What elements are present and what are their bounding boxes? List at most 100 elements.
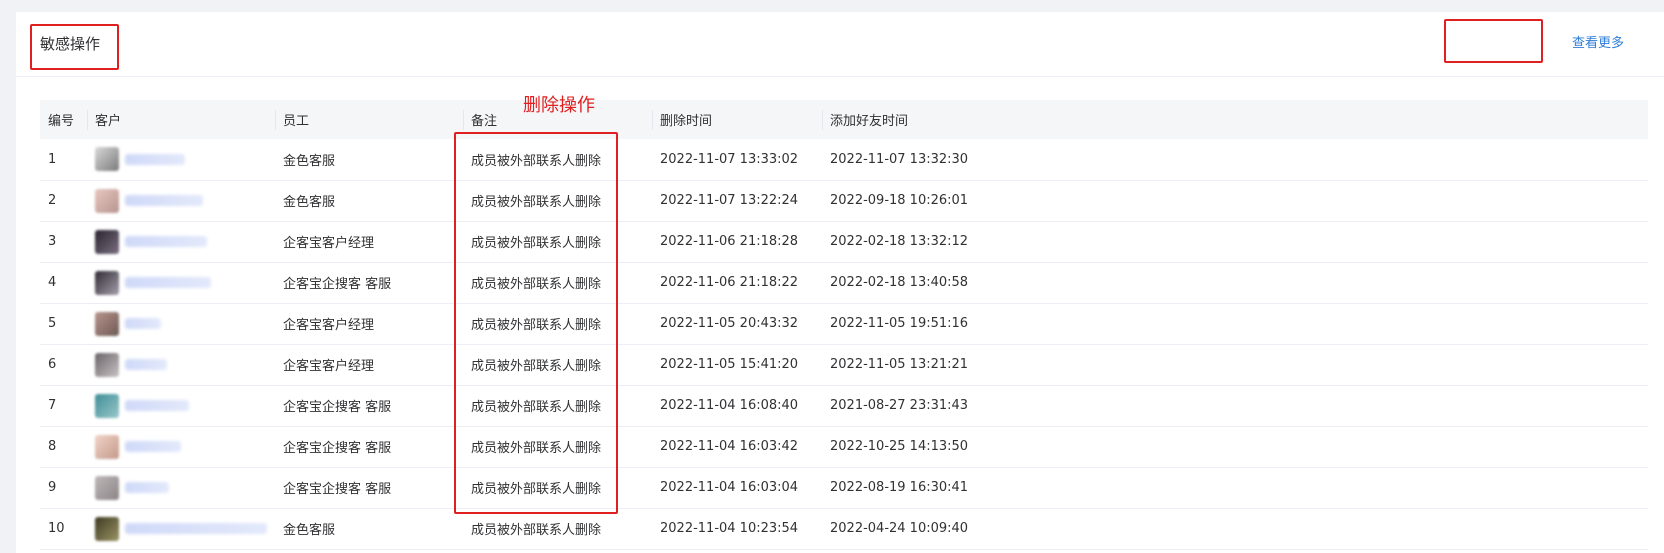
cell-customer [87, 180, 275, 221]
column-header-added-time-label: 添加好友时间 [830, 114, 909, 129]
customer-info [95, 229, 267, 254]
cell-customer [87, 139, 275, 180]
cell-added-time: 2022-11-07 13:32:30 [830, 151, 969, 167]
cell-added-time: 2022-08-19 16:30:41 [830, 480, 969, 495]
customer-info [95, 270, 267, 295]
deletion-annotation-label: 删除操作 [523, 95, 595, 116]
cell-added-time: 2022-11-05 13:21:21 [830, 357, 969, 372]
column-separator [87, 110, 88, 130]
cell-remark: 成员被外部联系人删除 [471, 400, 602, 415]
table-row: 10 金色客服 成员被外部联系人删除 2022-11-04 10:23:54 2022-… [40, 508, 1648, 549]
cell-no: 8 [48, 439, 57, 454]
column-header-no: 编号 [40, 100, 87, 139]
cell-no: 3 [48, 234, 57, 249]
customer-avatar [95, 147, 119, 172]
cell-no: 9 [48, 480, 57, 495]
column-header-deleted-time: 删除时间 [652, 100, 822, 139]
view-more-link[interactable]: 查看更多 [1572, 34, 1624, 54]
column-header-remark-label: 备注 [471, 114, 498, 129]
cell-deleted-time: 2022-11-06 21:18:22 [660, 275, 799, 290]
cell-employee: 金色客服 [283, 195, 336, 210]
cell-remark: 成员被外部联系人删除 [471, 523, 602, 538]
cell-deleted-time: 2022-11-05 15:41:20 [660, 357, 799, 372]
cell-deleted-time: 2022-11-04 10:23:54 [660, 521, 799, 536]
customer-avatar [95, 475, 119, 500]
customer-avatar [95, 516, 119, 541]
cell-added-time: 2022-02-18 13:40:58 [830, 275, 969, 290]
deletion-table: 编号 客户 员工 备注 删除时间 添加好友时间 1 金色客服 成员被外部联系人删除 2… [40, 100, 1648, 550]
cell-remark: 成员被外部联系人删除 [471, 277, 602, 292]
column-header-employee-label: 员工 [283, 114, 310, 129]
customer-name-redacted [125, 236, 207, 247]
cell-employee: 金色客服 [283, 523, 336, 538]
customer-avatar [95, 311, 119, 336]
table-row: 4 企客宝企搜客 客服 成员被外部联系人删除 2022-11-06 21:18:22 2… [40, 262, 1648, 303]
customer-info [95, 311, 267, 336]
cell-employee: 企客宝企搜客 客服 [283, 482, 392, 497]
customer-name-redacted [125, 482, 169, 493]
customer-avatar [95, 434, 119, 459]
cell-no: 4 [48, 275, 57, 290]
cell-added-time: 2022-04-24 10:09:40 [830, 521, 969, 536]
table-row: 5 企客宝客户经理 成员被外部联系人删除 2022-11-05 20:43:32 202… [40, 303, 1648, 344]
column-separator [275, 110, 276, 130]
sensitive-operations-card: 敏感操作 查看更多 编号 客户 员工 备注 删除时间 添加好友时间 1 金色客服成… [16, 12, 1664, 553]
cell-added-time: 2021-08-27 23:31:43 [830, 398, 969, 413]
column-header-employee: 员工 [275, 100, 463, 139]
cell-remark: 成员被外部联系人删除 [471, 359, 602, 374]
cell-employee: 企客宝企搜客 客服 [283, 277, 392, 292]
cell-customer [87, 385, 275, 426]
cell-no: 10 [48, 521, 65, 536]
cell-remark: 成员被外部联系人删除 [471, 195, 602, 210]
customer-name-redacted [125, 359, 167, 370]
cell-customer [87, 344, 275, 385]
customer-name-redacted [125, 400, 189, 411]
customer-info [95, 393, 267, 418]
column-separator [822, 110, 823, 130]
cell-employee: 企客宝客户经理 [283, 318, 375, 333]
cell-added-time: 2022-09-18 10:26:01 [830, 193, 969, 208]
customer-info [95, 352, 267, 377]
customer-name-redacted [125, 153, 185, 165]
cell-deleted-time: 2022-11-04 16:03:04 [660, 480, 799, 495]
card-title: 敏感操作 [40, 35, 101, 53]
column-header-no-label: 编号 [48, 114, 75, 129]
cell-added-time: 2022-02-18 13:32:12 [830, 234, 969, 249]
cell-customer [87, 508, 275, 549]
cell-employee: 企客宝企搜客 客服 [283, 400, 392, 415]
customer-name-redacted [125, 318, 161, 329]
table-row: 2 金色客服 成员被外部联系人删除 2022-11-07 13:22:24 2022-0… [40, 180, 1648, 221]
table-row: 3 企客宝客户经理 成员被外部联系人删除 2022-11-06 21:18:28 202… [40, 221, 1648, 262]
customer-info [95, 434, 267, 459]
cell-deleted-time: 2022-11-07 13:33:02 [660, 151, 799, 167]
cell-remark: 成员被外部联系人删除 [471, 441, 602, 456]
cell-remark: 成员被外部联系人删除 [471, 153, 602, 169]
cell-employee: 企客宝企搜客 客服 [283, 441, 392, 456]
cell-deleted-time: 2022-11-04 16:08:40 [660, 398, 799, 413]
cell-deleted-time: 2022-11-04 16:03:42 [660, 439, 799, 454]
cell-customer [87, 262, 275, 303]
cell-employee: 企客宝客户经理 [283, 236, 375, 251]
table-row: 7 企客宝企搜客 客服 成员被外部联系人删除 2022-11-04 16:08:40 2… [40, 385, 1648, 426]
table-row: 9 企客宝企搜客 客服 成员被外部联系人删除 2022-11-04 16:03:04 2… [40, 467, 1648, 508]
cell-no: 7 [48, 398, 57, 413]
cell-added-time: 2022-11-05 19:51:16 [830, 316, 969, 331]
cell-no: 5 [48, 316, 57, 331]
customer-avatar [95, 270, 119, 295]
cell-no: 6 [48, 357, 57, 372]
cell-customer [87, 303, 275, 344]
cell-deleted-time: 2022-11-06 21:18:28 [660, 234, 799, 249]
cell-added-time: 2022-10-25 14:13:50 [830, 439, 969, 454]
customer-name-redacted [125, 277, 211, 288]
customer-avatar [95, 393, 119, 418]
cell-employee: 金色客服 [283, 153, 336, 169]
column-header-customer-label: 客户 [95, 114, 122, 129]
table-header-row: 编号 客户 员工 备注 删除时间 添加好友时间 [40, 100, 1648, 139]
cell-employee: 企客宝客户经理 [283, 359, 375, 374]
customer-name-redacted [125, 523, 267, 534]
cell-no: 2 [48, 193, 57, 208]
cell-remark: 成员被外部联系人删除 [471, 318, 602, 333]
table-row: 6 企客宝客户经理 成员被外部联系人删除 2022-11-05 15:41:20 202… [40, 344, 1648, 385]
table-row: 8 企客宝企搜客 客服 成员被外部联系人删除 2022-11-04 16:03:42 2… [40, 426, 1648, 467]
customer-info [95, 188, 267, 213]
